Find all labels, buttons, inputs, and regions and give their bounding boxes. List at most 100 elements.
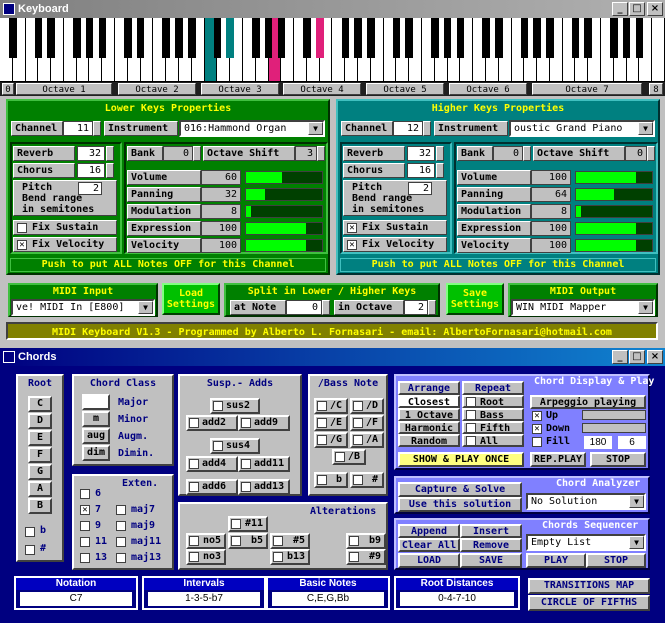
- black-key[interactable]: [34, 18, 43, 58]
- octave-label[interactable]: Octave 3: [201, 83, 279, 95]
- exten-checkbox[interactable]: [80, 489, 90, 499]
- black-key[interactable]: [584, 18, 593, 58]
- higher-modulation-slider[interactable]: [575, 205, 653, 218]
- sharp-checkbox[interactable]: [25, 545, 35, 555]
- lower-panning-value[interactable]: 32: [201, 187, 241, 202]
- maj-checkbox[interactable]: [116, 505, 126, 515]
- higher-expression-slider[interactable]: [575, 222, 653, 235]
- root-e-button[interactable]: E: [28, 430, 52, 446]
- black-key[interactable]: [520, 18, 529, 58]
- lower-octshift-spinner[interactable]: [317, 146, 325, 161]
- lower-bank-value[interactable]: 0: [163, 146, 193, 161]
- sequencer-stop-button[interactable]: STOP: [586, 553, 646, 568]
- octave-label[interactable]: Octave 6: [449, 83, 527, 95]
- black-key[interactable]: [47, 18, 55, 58]
- append-button[interactable]: Append: [398, 524, 460, 538]
- split-note-spinner[interactable]: [322, 300, 330, 315]
- black-key[interactable]: [610, 18, 618, 58]
- maj-checkbox[interactable]: [116, 537, 126, 547]
- black-key[interactable]: [251, 18, 260, 58]
- lower-octshift-value[interactable]: 3: [295, 146, 317, 161]
- black-key[interactable]: [226, 18, 235, 58]
- length-value[interactable]: 6: [618, 436, 646, 449]
- exten-checkbox[interactable]: [80, 521, 90, 531]
- maj-checkbox[interactable]: [116, 553, 126, 563]
- root-f-button[interactable]: F: [28, 447, 52, 463]
- higher-octshift-spinner[interactable]: [647, 146, 655, 161]
- split-octave-value[interactable]: 2: [404, 300, 428, 315]
- lower-modulation-value[interactable]: 8: [201, 204, 241, 219]
- octave-label[interactable]: Octave 1: [16, 83, 112, 95]
- octave-label[interactable]: Octave 4: [283, 83, 361, 95]
- black-key[interactable]: [85, 18, 94, 58]
- save-settings-button[interactable]: Save Settings: [446, 283, 504, 315]
- higher-modulation-value[interactable]: 8: [531, 204, 571, 219]
- repeat-checkbox[interactable]: [466, 410, 476, 420]
- higher-velocity-slider[interactable]: [575, 239, 653, 252]
- lower-modulation-slider[interactable]: [245, 205, 323, 218]
- black-key[interactable]: [546, 18, 554, 58]
- lower-channel-spinner[interactable]: [93, 121, 101, 136]
- bass-note-checkbox[interactable]: [353, 401, 363, 411]
- higher-velocity-value[interactable]: 100: [531, 238, 571, 253]
- alteration-checkbox[interactable]: [231, 536, 241, 546]
- add11-checkbox[interactable]: [241, 459, 251, 469]
- octave-label[interactable]: Octave 7: [532, 83, 642, 95]
- bass-note-checkbox[interactable]: [353, 475, 363, 485]
- close-button[interactable]: ×: [647, 2, 663, 16]
- lower-reverb-spinner[interactable]: [106, 146, 114, 161]
- down-checkbox[interactable]: ✕: [532, 424, 542, 434]
- higher-octshift-value[interactable]: 0: [625, 146, 647, 161]
- dropdown-arrow-icon[interactable]: ▼: [629, 536, 644, 549]
- higher-chorus-value[interactable]: 16: [407, 163, 435, 178]
- black-key[interactable]: [98, 18, 107, 58]
- circle-of-fifths-button[interactable]: CIRCLE OF FIFTHS: [528, 595, 650, 611]
- add9-checkbox[interactable]: [241, 418, 251, 428]
- black-key[interactable]: [124, 18, 132, 58]
- midi-output-select[interactable]: WIN MIDI Mapper ▼: [511, 299, 655, 316]
- analyzer-select[interactable]: No Solution ▼: [526, 493, 646, 510]
- lower-panning-slider[interactable]: [245, 188, 323, 201]
- lower-fix-sustain-checkbox[interactable]: [17, 223, 27, 233]
- minimize-button[interactable]: _: [612, 350, 628, 364]
- load-button[interactable]: LOAD: [398, 553, 460, 568]
- alteration-checkbox[interactable]: [189, 552, 199, 562]
- higher-fix-sustain[interactable]: Fix Sustain: [343, 220, 447, 235]
- dropdown-arrow-icon[interactable]: ▼: [629, 495, 644, 508]
- root-g-button[interactable]: G: [28, 464, 52, 480]
- capture-solve-button[interactable]: Capture & Solve: [398, 482, 522, 497]
- add2-checkbox[interactable]: [189, 418, 199, 428]
- lower-chorus-spinner[interactable]: [106, 163, 114, 178]
- bass-note-checkbox[interactable]: [353, 418, 363, 428]
- higher-fix-sustain-checkbox[interactable]: ✕: [347, 223, 357, 233]
- save-button[interactable]: SAVE: [460, 553, 522, 568]
- alteration-checkbox[interactable]: [349, 536, 359, 546]
- dropdown-arrow-icon[interactable]: ▼: [138, 301, 153, 314]
- black-key[interactable]: [533, 18, 541, 58]
- arrange-2-button[interactable]: Harmonic: [398, 421, 460, 434]
- minimize-button[interactable]: _: [612, 2, 628, 16]
- show-play-once-button[interactable]: SHOW & PLAY ONCE: [398, 452, 524, 467]
- higher-instrument-select[interactable]: oustic Grand Piano ▼: [509, 120, 655, 137]
- black-key[interactable]: [188, 18, 196, 58]
- bass-note-checkbox[interactable]: [317, 435, 327, 445]
- repeat-checkbox[interactable]: [466, 436, 476, 446]
- alteration-checkbox[interactable]: [273, 552, 283, 562]
- use-solution-button[interactable]: Use this solution: [398, 497, 522, 512]
- lower-velocity-value[interactable]: 100: [201, 238, 241, 253]
- load-settings-button[interactable]: Load Settings: [162, 283, 220, 315]
- octave-label[interactable]: 8: [649, 83, 663, 95]
- higher-all-notes-off-button[interactable]: Push to put ALL Notes OFF for this Chann…: [340, 258, 656, 272]
- lower-chorus-value[interactable]: 16: [77, 163, 105, 178]
- lower-velocity-slider[interactable]: [245, 239, 323, 252]
- clear-all-button[interactable]: Clear All: [398, 538, 460, 552]
- higher-reverb-spinner[interactable]: [436, 146, 444, 161]
- higher-channel-value[interactable]: 12: [393, 121, 423, 136]
- maximize-button[interactable]: □: [629, 350, 645, 364]
- black-key[interactable]: [571, 18, 580, 58]
- close-button[interactable]: ×: [647, 350, 663, 364]
- add13-checkbox[interactable]: [241, 482, 251, 492]
- lower-expression-value[interactable]: 100: [201, 221, 241, 236]
- maj-checkbox[interactable]: [116, 521, 126, 531]
- exten-checkbox[interactable]: [80, 553, 90, 563]
